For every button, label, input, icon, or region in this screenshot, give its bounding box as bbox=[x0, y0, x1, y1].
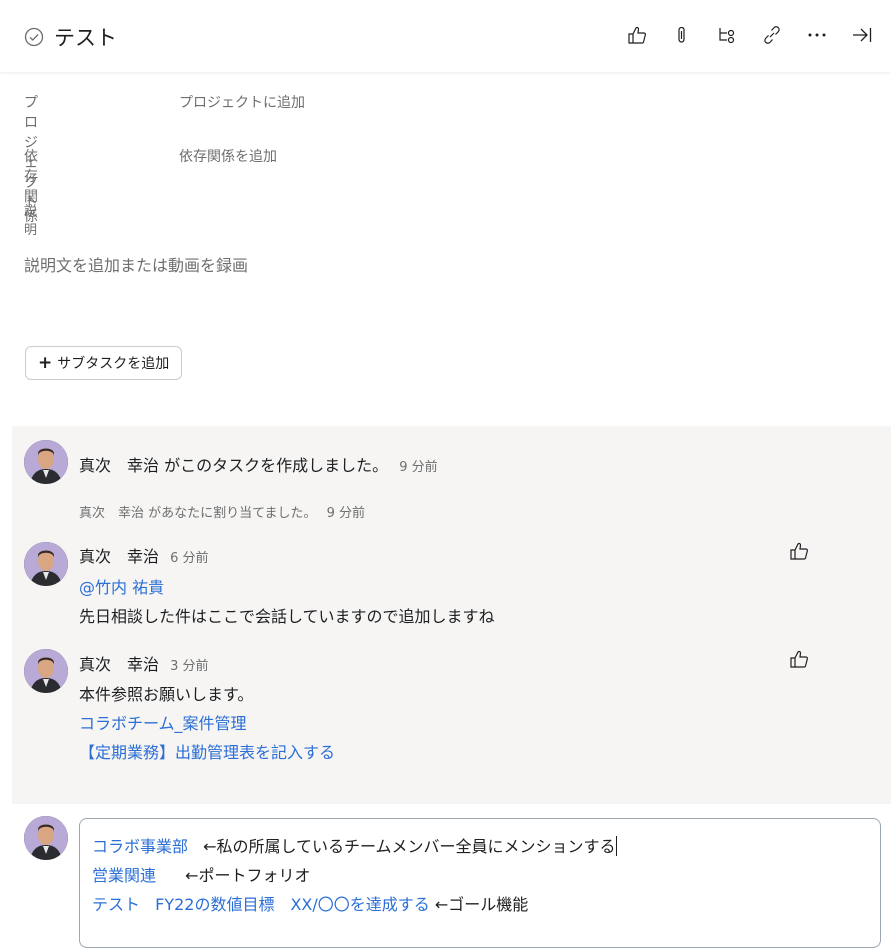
avatar[interactable] bbox=[24, 440, 68, 484]
description-label: 説明 bbox=[24, 204, 38, 238]
task-mention-link[interactable]: テスト bbox=[92, 895, 140, 914]
assigned-story: 真次 幸治 があなたに割り当てました。 9 分前 bbox=[79, 502, 365, 521]
add-subtask-button[interactable]: + サブタスクを追加 bbox=[25, 346, 183, 380]
author-name[interactable]: 真次 幸治 bbox=[79, 456, 159, 475]
timestamp: 9 分前 bbox=[399, 460, 438, 475]
mention-link[interactable]: @竹内 祐貴 bbox=[79, 574, 164, 598]
header-actions bbox=[626, 24, 873, 46]
author-name[interactable]: 真次 幸治 bbox=[79, 547, 159, 566]
plus-icon: + bbox=[38, 353, 53, 373]
add-subtask-label: サブタスクを追加 bbox=[57, 356, 170, 372]
composer-text: ←ゴール機能 bbox=[434, 895, 529, 914]
project-link[interactable]: コラボチーム_案件管理 bbox=[79, 710, 247, 734]
composer-line: 営業関連 ←ポートフォリオ bbox=[92, 862, 311, 886]
timestamp: 9 分前 bbox=[326, 506, 366, 521]
comment-composer[interactable]: コラボ事業部 ←私の所属しているチームメンバー全員にメンションする 営業関連 ←… bbox=[79, 818, 881, 948]
check-circle-icon[interactable] bbox=[24, 27, 44, 47]
comment-header: 真次 幸治 3 分前 bbox=[79, 651, 209, 675]
subtasks-icon[interactable] bbox=[716, 24, 738, 46]
author-name[interactable]: 真次 幸治 bbox=[79, 655, 159, 674]
timestamp: 6 分前 bbox=[170, 551, 209, 566]
team-mention-link[interactable]: コラボ事業部 bbox=[92, 837, 188, 856]
composer-line: テスト FY22の数値目標 XX/〇〇を達成する ←ゴール機能 bbox=[92, 891, 528, 915]
comment-text: 本件参照お願いします。 bbox=[79, 685, 254, 704]
like-icon[interactable] bbox=[788, 540, 810, 562]
more-icon[interactable] bbox=[806, 24, 828, 46]
created-story: 真次 幸治 がこのタスクを作成しました。 9 分前 bbox=[79, 452, 438, 476]
link-icon[interactable] bbox=[761, 24, 783, 46]
current-user-avatar[interactable] bbox=[24, 816, 68, 860]
dependency-add-link[interactable]: 依存関係を追加 bbox=[179, 146, 277, 166]
timestamp: 3 分前 bbox=[170, 659, 209, 674]
goal-mention-link[interactable]: FY22の数値目標 XX/〇〇を達成する bbox=[155, 895, 430, 914]
like-icon[interactable] bbox=[626, 24, 648, 46]
composer-text: ←ポートフォリオ bbox=[185, 866, 311, 885]
task-link[interactable]: 【定期業務】出勤管理表を記入する bbox=[79, 739, 335, 763]
title-wrap: テスト bbox=[24, 22, 117, 52]
task-header: テスト bbox=[0, 0, 891, 72]
like-icon[interactable] bbox=[788, 648, 810, 670]
attachment-icon[interactable] bbox=[671, 24, 693, 46]
avatar[interactable] bbox=[24, 649, 68, 693]
project-add-link[interactable]: プロジェクトに追加 bbox=[179, 92, 305, 112]
comment-header: 真次 幸治 6 分前 bbox=[79, 543, 209, 567]
assigned-text: 真次 幸治 があなたに割り当てました。 bbox=[79, 506, 317, 521]
comment-text: 先日相談した件はここで会話していますので追加しますね bbox=[79, 607, 495, 626]
close-panel-icon[interactable] bbox=[851, 24, 873, 46]
portfolio-mention-link[interactable]: 営業関連 bbox=[92, 866, 156, 885]
avatar[interactable] bbox=[24, 542, 68, 586]
task-title[interactable]: テスト bbox=[54, 22, 117, 52]
created-text: がこのタスクを作成しました。 bbox=[164, 456, 389, 475]
composer-text: ←私の所属しているチームメンバー全員にメンションする bbox=[203, 837, 616, 856]
activity-feed: 真次 幸治 がこのタスクを作成しました。 9 分前 真次 幸治 があなたに割り当… bbox=[12, 426, 891, 804]
composer-line: コラボ事業部 ←私の所属しているチームメンバー全員にメンションする bbox=[92, 833, 617, 857]
text-caret bbox=[615, 836, 617, 856]
description-input[interactable]: 説明文を追加または動画を録画 bbox=[24, 252, 248, 276]
